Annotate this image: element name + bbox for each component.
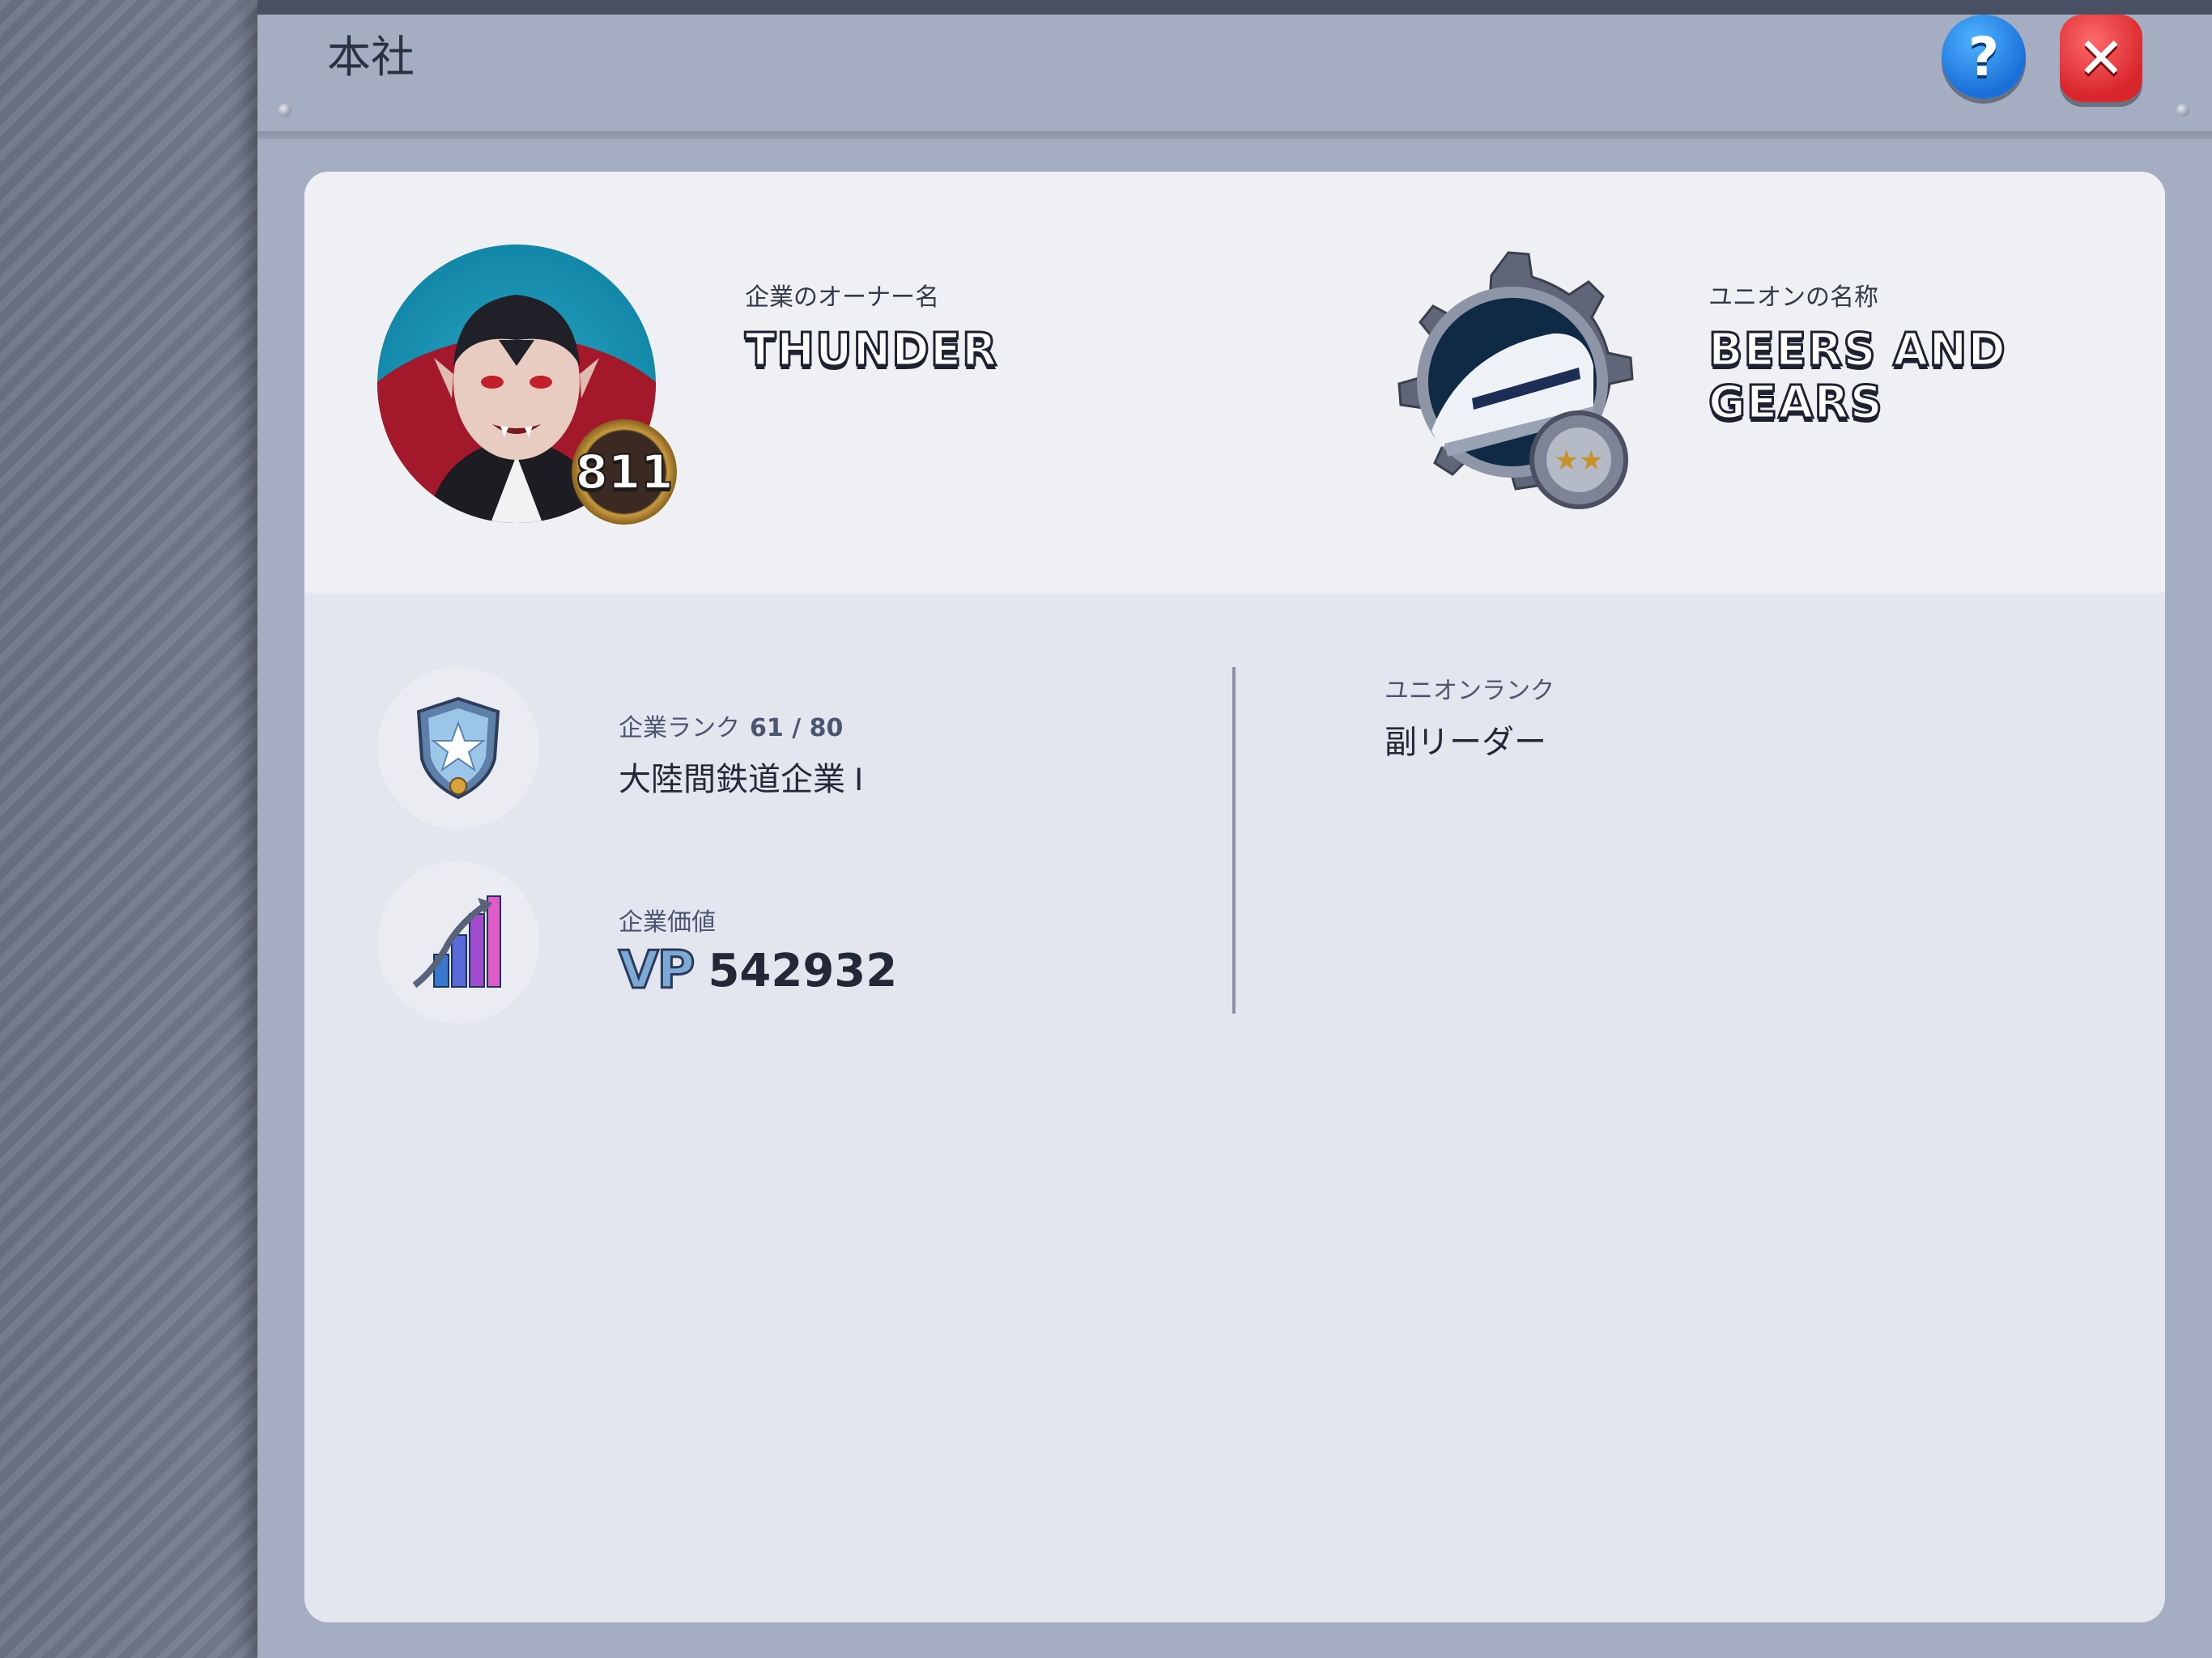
title-bar bbox=[257, 15, 1780, 136]
help-button[interactable]: ? bbox=[1942, 15, 2026, 99]
title-separator bbox=[257, 131, 2212, 139]
company-value-label: 企業価値 bbox=[619, 909, 716, 936]
union-name: BEERS AND GEARS bbox=[1708, 323, 2007, 431]
train-gear-emblem-icon[interactable]: ★★ bbox=[1367, 244, 1650, 528]
company-value: 542932 bbox=[708, 944, 898, 997]
company-rank-name: 大陸間鉄道企業 I bbox=[619, 762, 864, 797]
top-strip bbox=[257, 0, 2212, 15]
close-button[interactable]: ✕ bbox=[2060, 15, 2142, 102]
owner-name: THUNDER bbox=[743, 323, 998, 378]
company-rank-progress: 61 / 80 bbox=[750, 714, 844, 742]
union-label: ユニオンの名称 bbox=[1708, 284, 1878, 311]
close-icon: ✕ bbox=[2077, 25, 2125, 91]
svg-text:★★: ★★ bbox=[1555, 444, 1604, 477]
shield-star-icon bbox=[416, 696, 500, 800]
level-badge: 811 bbox=[572, 419, 677, 525]
question-icon: ? bbox=[1967, 25, 2000, 88]
level-value: 811 bbox=[574, 444, 674, 500]
headquarters-card: 811 企業のオーナー名 THUNDER ★★ ユニオンの名称 BEERS AN… bbox=[304, 172, 2165, 1622]
growth-chart-icon bbox=[412, 895, 501, 988]
company-rank-label: 企業ランク 61 / 80 bbox=[619, 708, 843, 743]
union-rank-value: 副リーダー bbox=[1385, 725, 1546, 760]
rivet-icon bbox=[2176, 104, 2189, 117]
page-title: 本社 bbox=[327, 33, 415, 82]
vp-icon: VP bbox=[617, 940, 696, 1002]
value-icon-holder bbox=[377, 861, 539, 1023]
owner-label: 企業のオーナー名 bbox=[745, 284, 939, 311]
background-rail bbox=[0, 0, 257, 1658]
rivet-icon bbox=[279, 104, 291, 117]
section-divider bbox=[1232, 667, 1236, 1014]
union-rank-label: ユニオンランク bbox=[1385, 678, 1555, 704]
rank-icon-holder bbox=[377, 667, 539, 829]
company-value-row: VP 542932 bbox=[617, 940, 898, 1002]
company-rank-label-text: 企業ランク bbox=[619, 715, 740, 742]
